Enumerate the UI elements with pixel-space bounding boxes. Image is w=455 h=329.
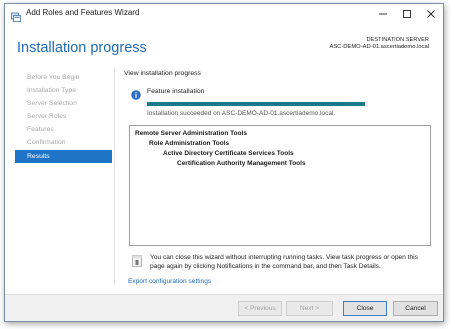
view-progress-label: View installation progress <box>124 70 201 77</box>
installation-progress-fill <box>147 102 365 106</box>
minimize-button[interactable] <box>371 4 395 24</box>
result-item: Active Directory Certificate Services To… <box>163 150 294 157</box>
sidebar-item-server-selection: Server Selection <box>27 100 77 107</box>
minimize-icon <box>379 13 387 15</box>
installation-success-message: Installation succeeded on ASC-DEMO-AD-01… <box>147 110 336 117</box>
close-wizard-note: You can close this wizard without interr… <box>150 254 418 270</box>
wizard-header: Installation progress DESTINATION SERVER… <box>5 24 443 64</box>
cancel-button[interactable]: Cancel <box>393 301 438 316</box>
close-window-button[interactable] <box>419 4 443 24</box>
window-title: Add Roles and Features Wizard <box>26 8 140 17</box>
sidebar-item-results[interactable]: Results <box>15 150 112 163</box>
title-bar[interactable]: Add Roles and Features Wizard <box>5 4 443 24</box>
page-title: Installation progress <box>17 40 147 56</box>
maximize-button[interactable] <box>395 4 419 24</box>
note-icon <box>132 254 142 267</box>
result-item: Certification Authority Management Tools <box>177 160 306 167</box>
export-configuration-link[interactable]: Export configuration settings <box>128 278 211 285</box>
sidebar-item-server-roles: Server Roles <box>27 113 67 120</box>
results-list[interactable]: Remote Server Administration Tools Role … <box>129 125 431 246</box>
feature-installation-label: Feature installation <box>147 88 205 95</box>
wizard-window: Add Roles and Features Wizard Installati… <box>4 3 444 322</box>
server-manager-icon <box>11 9 21 22</box>
wizard-steps-sidebar: Before You Begin Installation Type Serve… <box>15 68 112 298</box>
sidebar-item-confirmation: Confirmation <box>27 139 66 146</box>
main-content: View installation progress Feature insta… <box>124 68 434 298</box>
sidebar-divider <box>114 68 115 286</box>
result-item: Role Administration Tools <box>149 140 230 147</box>
close-button[interactable]: Close <box>343 301 387 316</box>
installation-progress-bar <box>147 102 365 106</box>
sidebar-item-installation-type: Installation Type <box>27 87 76 94</box>
info-icon <box>131 87 141 100</box>
destination-server-name: ASC-DEMO-AD-01.ascertiademo.local <box>329 44 429 50</box>
maximize-icon <box>403 10 411 18</box>
wizard-footer: < Previous Next > Close Cancel <box>5 294 443 321</box>
next-button[interactable]: Next > <box>286 301 333 316</box>
close-icon <box>427 10 435 18</box>
result-item: Remote Server Administration Tools <box>135 130 247 137</box>
sidebar-item-features: Features <box>27 126 54 133</box>
previous-button[interactable]: < Previous <box>238 301 282 316</box>
destination-server-label: DESTINATION SERVER <box>366 37 429 43</box>
sidebar-item-before-you-begin: Before You Begin <box>27 74 80 81</box>
